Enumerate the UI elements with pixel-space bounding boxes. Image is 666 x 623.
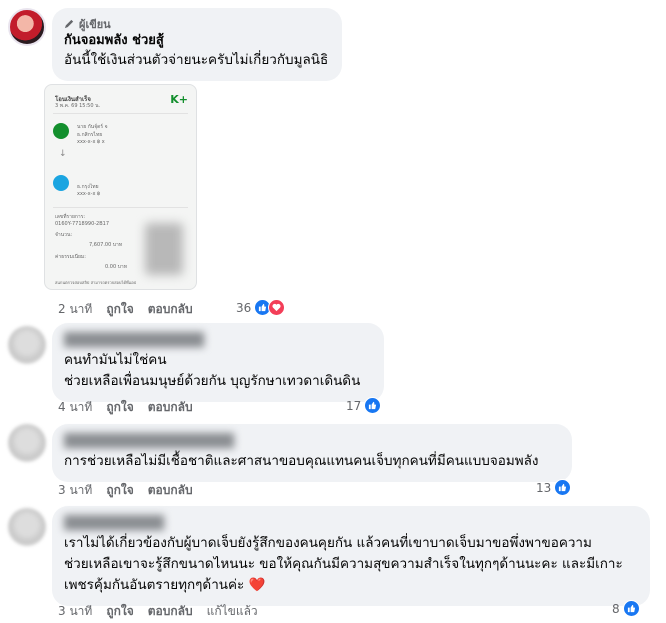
kbank-logo-icon [53, 123, 69, 139]
receipt-divider [53, 207, 188, 208]
comment-time[interactable]: 3 นาที [58, 602, 92, 620]
reaction-summary[interactable]: 17 [346, 397, 382, 414]
comment-time[interactable]: 4 นาที [58, 398, 92, 416]
like-reaction-icon [364, 397, 382, 414]
commenter-name-blurred[interactable]: ██████████ [64, 514, 638, 533]
commenter-name-blurred[interactable]: ██████████████ [64, 331, 372, 350]
comment-text-line: อันนี้ใช้เงินส่วนตัวจ่ายนะครับไม่เกี่ยวก… [64, 52, 329, 68]
comment-text-line: เพชรคุ้มกันอันตรายทุกๆด้านค่ะ ❤️ [64, 577, 266, 593]
author-avatar[interactable] [8, 8, 46, 46]
reaction-summary[interactable]: 8 [612, 600, 640, 617]
comment-text-line: คนทำมันไม่ใช่คน [64, 352, 167, 368]
receipt-footer: สแกนตรวจสอบสลิป สามารถตรวจสอบได้ที่แอป [55, 280, 137, 285]
kplus-logo: K+ [170, 93, 188, 106]
blurred-qr-code [145, 223, 183, 275]
love-reaction-icon [268, 299, 286, 316]
reaction-count: 13 [536, 480, 552, 495]
transfer-receipt-image[interactable]: โอนเงินสำเร็จ 3 พ.ค. 69 15:50 น. K+ นาย … [44, 84, 197, 290]
like-reaction-icon [622, 600, 640, 617]
sender-bank: ธ.กสิกรไทย [77, 132, 103, 138]
reaction-summary[interactable]: 36 [236, 299, 286, 316]
sender-name: นาย กันจุ์ดร์ จ [77, 124, 108, 130]
like-link[interactable]: ถูกใจ [106, 398, 133, 416]
arrow-down-icon: ↓ [59, 149, 67, 159]
comment-text-line: เราไม่ได้เกี่ยวข้องกับผู้บาดเจ็บยังรู้สึ… [64, 535, 592, 551]
commenter-avatar[interactable] [8, 508, 46, 546]
fee-value: 0.00 บาท [105, 264, 127, 270]
reply-link[interactable]: ตอบกลับ [148, 300, 193, 318]
comment-actions: 4 นาที ถูกใจ ตอบกลับ [58, 398, 193, 416]
author-badge-label: ผู้เขียน [79, 17, 111, 31]
comment-actions: 3 นาที ถูกใจ ตอบกลับ แก้ไขแล้ว [58, 602, 258, 620]
receipt-date: 3 พ.ค. 69 15:50 น. [55, 103, 101, 109]
comment-bubble: █████████████████ การช่วยเหลือไม่มีเชื้อ… [52, 424, 572, 482]
reply-link[interactable]: ตอบกลับ [148, 481, 193, 499]
reaction-summary[interactable]: 13 [536, 479, 572, 496]
comment-bubble: ██████████████ คนทำมันไม่ใช่คน ช่วยเหลือ… [52, 323, 384, 402]
commenter-name[interactable]: กันจอมพลัง ช่วยสู้ [64, 31, 330, 50]
reply-link[interactable]: ตอบกลับ [148, 602, 193, 620]
like-link[interactable]: ถูกใจ [106, 602, 133, 620]
comment-actions: 3 นาที ถูกใจ ตอบกลับ [58, 481, 193, 499]
receipt-divider [53, 113, 188, 114]
sender-account: xxx-x-x ฿ x [77, 139, 105, 145]
like-reaction-icon [554, 479, 572, 496]
reaction-count: 8 [612, 601, 620, 616]
comment-actions: 2 นาที ถูกใจ ตอบกลับ [58, 300, 193, 318]
comment-text-line: ช่วยเหลือเพื่อนมนุษย์ด้วยกัน บุญรักษาเทว… [64, 373, 361, 389]
like-link[interactable]: ถูกใจ [106, 481, 133, 499]
reply-link[interactable]: ตอบกลับ [148, 398, 193, 416]
comment-bubble: ผู้เขียน กันจอมพลัง ช่วยสู้ อันนี้ใช้เงิ… [52, 8, 342, 81]
commenter-avatar[interactable] [8, 326, 46, 364]
receiver-account: xxx-x-x ฿ [77, 191, 101, 197]
pencil-icon [64, 19, 74, 29]
reaction-count: 36 [236, 300, 252, 315]
fee-label: ค่าธรรมเนียม: [55, 254, 86, 260]
comment-text-line: การช่วยเหลือไม่มีเชื้อชาติและศาสนาขอบคุณ… [64, 453, 539, 469]
ref-label: เลขที่รายการ: [55, 214, 86, 220]
edited-label: แก้ไขแล้ว [206, 604, 258, 618]
comment-bubble: ██████████ เราไม่ได้เกี่ยวข้องกับผู้บาดเ… [52, 506, 650, 606]
reaction-count: 17 [346, 398, 362, 413]
comment-text-line: ช่วยเหลือเขาจะรู้สึกขนาดไหนนะ ขอให้คุณกั… [64, 556, 623, 572]
receiver-bank: ธ.กรุงไทย [77, 184, 99, 190]
ktb-logo-icon [53, 175, 69, 191]
comment-time[interactable]: 3 นาที [58, 481, 92, 499]
author-badge: ผู้เขียน [64, 16, 330, 31]
commenter-name-blurred[interactable]: █████████████████ [64, 432, 560, 451]
ref-value: 0160Y-7718990-2B17 [55, 221, 110, 227]
amount-label: จำนวน: [55, 232, 73, 238]
commenter-avatar[interactable] [8, 424, 46, 462]
like-link[interactable]: ถูกใจ [106, 300, 133, 318]
comment-time[interactable]: 2 นาที [58, 300, 92, 318]
amount-value: 7,607.00 บาท [89, 242, 123, 248]
